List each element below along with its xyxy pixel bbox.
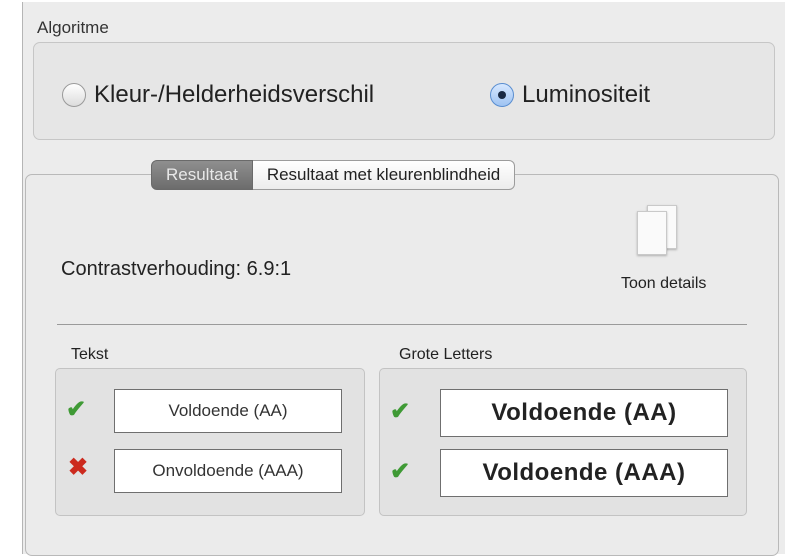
cross-icon: ✖ — [68, 454, 89, 481]
radio-color-brightness-label: Kleur-/Helderheidsverschil — [94, 81, 375, 108]
radio-button-icon[interactable] — [62, 83, 86, 107]
preferences-window: Algoritme Kleur-/Helderheidsverschil Lum… — [22, 2, 785, 556]
algorithm-group: Kleur-/Helderheidsverschil Luminositeit — [33, 42, 775, 140]
large-aaa-result-field: Voldoende (AAA) — [440, 449, 728, 497]
large-letters-section: ✔ Voldoende (AA) ✔ Voldoende (AAA) — [379, 368, 747, 516]
document-front-icon — [637, 211, 667, 255]
algorithm-group-label: Algoritme — [37, 18, 109, 37]
check-icon: ✔ — [66, 396, 87, 423]
radio-button-selected-icon[interactable] — [490, 83, 514, 107]
radio-luminosity[interactable]: Luminositeit — [490, 81, 650, 109]
contrast-ratio-text: Contrastverhouding: 6.9:1 — [61, 258, 292, 280]
tab-result[interactable]: Resultaat — [151, 160, 253, 190]
large-letters-section-label: Grote Letters — [399, 346, 493, 363]
text-aaa-result-field: Onvoldoende (AAA) — [114, 449, 342, 493]
text-section-label: Tekst — [71, 346, 109, 363]
divider — [57, 324, 747, 325]
radio-luminosity-label: Luminositeit — [522, 81, 651, 108]
show-details-label: Toon details — [621, 275, 707, 292]
check-icon: ✔ — [390, 458, 411, 485]
text-section: ✔ Voldoende (AA) ✖ Onvoldoende (AAA) — [55, 368, 365, 516]
large-aa-result-field: Voldoende (AA) — [440, 389, 728, 437]
radio-color-brightness[interactable]: Kleur-/Helderheidsverschil — [62, 81, 374, 109]
show-details-button[interactable]: Toon details — [615, 197, 745, 302]
result-tabs: Resultaat Resultaat met kleurenblindheid — [151, 160, 516, 190]
tab-result-colorblind[interactable]: Resultaat met kleurenblindheid — [252, 160, 516, 190]
check-icon: ✔ — [390, 398, 411, 425]
text-aa-result-field: Voldoende (AA) — [114, 389, 342, 433]
